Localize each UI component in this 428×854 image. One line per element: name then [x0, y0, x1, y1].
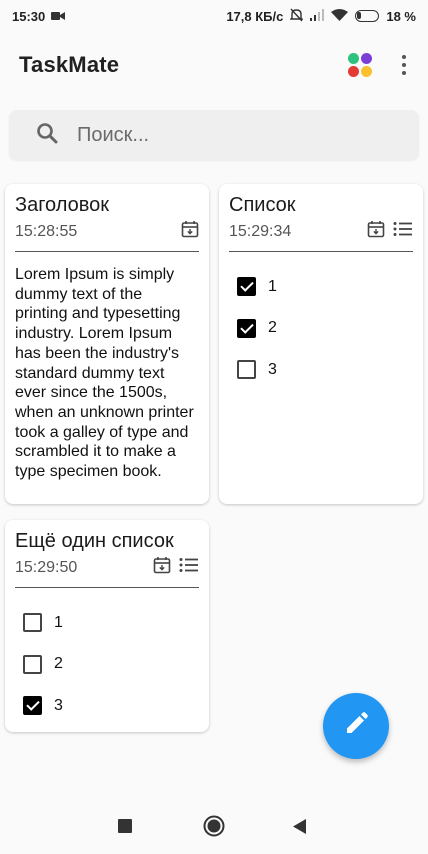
list-item[interactable]: 3 — [229, 349, 413, 391]
app-title: TaskMate — [19, 52, 120, 77]
list-item-label: 3 — [268, 360, 277, 378]
pencil-icon — [343, 711, 369, 742]
checkbox-checked[interactable] — [237, 318, 256, 338]
logo-dot — [361, 66, 372, 77]
note-title: Заголовок — [15, 194, 110, 216]
battery-icon — [355, 10, 380, 22]
list-item-label: 2 — [268, 319, 277, 337]
logo-dot — [348, 66, 359, 77]
video-camera-icon — [51, 9, 66, 24]
calendar-icon — [153, 556, 171, 579]
back-icon[interactable] — [293, 819, 306, 839]
checklist-icon — [179, 557, 199, 578]
note-meta-icons — [181, 220, 199, 243]
list-item-label: 1 — [54, 613, 63, 631]
network-speed: 17,8 КБ/с — [226, 8, 284, 24]
search-input[interactable] — [77, 123, 377, 147]
alarm-off-icon — [289, 8, 305, 25]
list-title: Список — [229, 194, 296, 216]
system-nav-bar — [0, 800, 428, 854]
list-item-label: 2 — [54, 655, 63, 673]
list-item[interactable]: 1 — [15, 602, 199, 644]
status-bar: 15:30 17,8 КБ/с 18 % — [0, 0, 428, 32]
list-card[interactable]: Список 15:29:34 1 2 3 — [219, 184, 423, 504]
calendar-icon — [181, 220, 199, 243]
list-item[interactable]: 1 — [229, 266, 413, 308]
list-item[interactable]: 2 — [15, 644, 199, 686]
checklist-icon — [393, 221, 413, 242]
more-options-icon[interactable] — [398, 53, 410, 77]
calendar-icon — [367, 220, 385, 243]
checkbox-unchecked[interactable] — [237, 360, 256, 380]
list-time: 15:29:50 — [15, 558, 78, 576]
signal-icon — [310, 8, 325, 24]
checklist: 1 2 3 — [15, 602, 199, 727]
checkbox-checked[interactable] — [23, 696, 42, 716]
logo-dot — [361, 53, 372, 64]
list-meta-icons — [153, 556, 199, 579]
list-meta: 15:29:34 — [229, 220, 413, 252]
status-left: 15:30 — [12, 8, 66, 24]
checklist: 1 2 3 — [229, 266, 413, 391]
checkbox-unchecked[interactable] — [23, 613, 42, 633]
list-meta: 15:29:50 — [15, 556, 199, 588]
home-icon[interactable] — [203, 815, 225, 842]
app-logo-icon[interactable] — [348, 53, 372, 77]
status-time: 15:30 — [12, 8, 46, 24]
note-meta: 15:28:55 — [15, 220, 199, 252]
list-item-label: 3 — [54, 696, 63, 714]
list-item[interactable]: 3 — [15, 685, 199, 727]
list-item-label: 1 — [268, 277, 277, 295]
new-note-button[interactable] — [323, 693, 389, 759]
battery-level: 18 % — [386, 8, 416, 24]
logo-dot — [348, 53, 359, 64]
list-time: 15:29:34 — [229, 222, 292, 240]
status-right: 17,8 КБ/с 18 % — [226, 8, 416, 25]
search-icon — [35, 121, 59, 150]
checkbox-checked[interactable] — [237, 277, 256, 297]
note-card[interactable]: Заголовок 15:28:55 Lorem Ipsum is simply… — [5, 184, 209, 504]
list-title: Ещё один список — [15, 530, 174, 552]
list-item[interactable]: 2 — [229, 308, 413, 350]
app-bar: TaskMate — [0, 40, 428, 90]
recent-apps-icon[interactable] — [118, 819, 132, 838]
list-card[interactable]: Ещё один список 15:29:50 1 2 3 — [5, 520, 209, 732]
checkbox-unchecked[interactable] — [23, 654, 42, 674]
app-bar-actions — [348, 53, 410, 77]
note-time: 15:28:55 — [15, 222, 78, 240]
note-body: Lorem Ipsum is simply dummy text of the … — [15, 266, 194, 481]
wifi-icon — [331, 8, 349, 24]
list-meta-icons — [367, 220, 413, 243]
search-bar[interactable] — [9, 110, 419, 160]
